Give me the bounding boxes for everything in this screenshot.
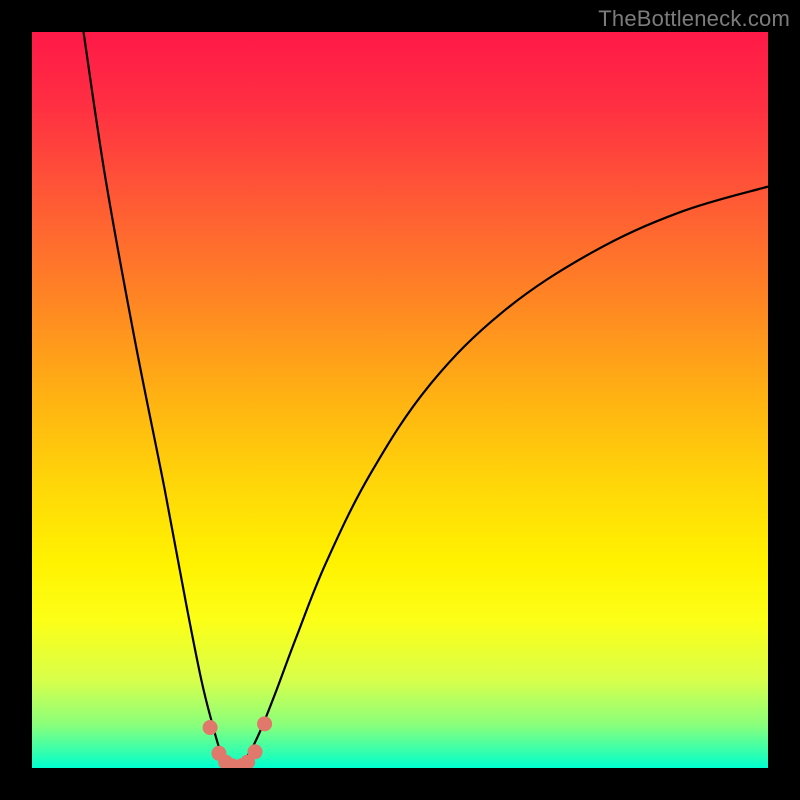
curve-markers-group xyxy=(203,716,272,768)
curve-marker xyxy=(257,716,272,731)
curve-left-branch xyxy=(84,32,235,768)
curve-marker xyxy=(248,744,263,759)
curve-marker xyxy=(203,720,218,735)
chart-plot-area xyxy=(32,32,768,768)
bottleneck-curve-svg xyxy=(32,32,768,768)
watermark-text: TheBottleneck.com xyxy=(598,6,790,32)
curve-right-branch xyxy=(234,187,768,768)
